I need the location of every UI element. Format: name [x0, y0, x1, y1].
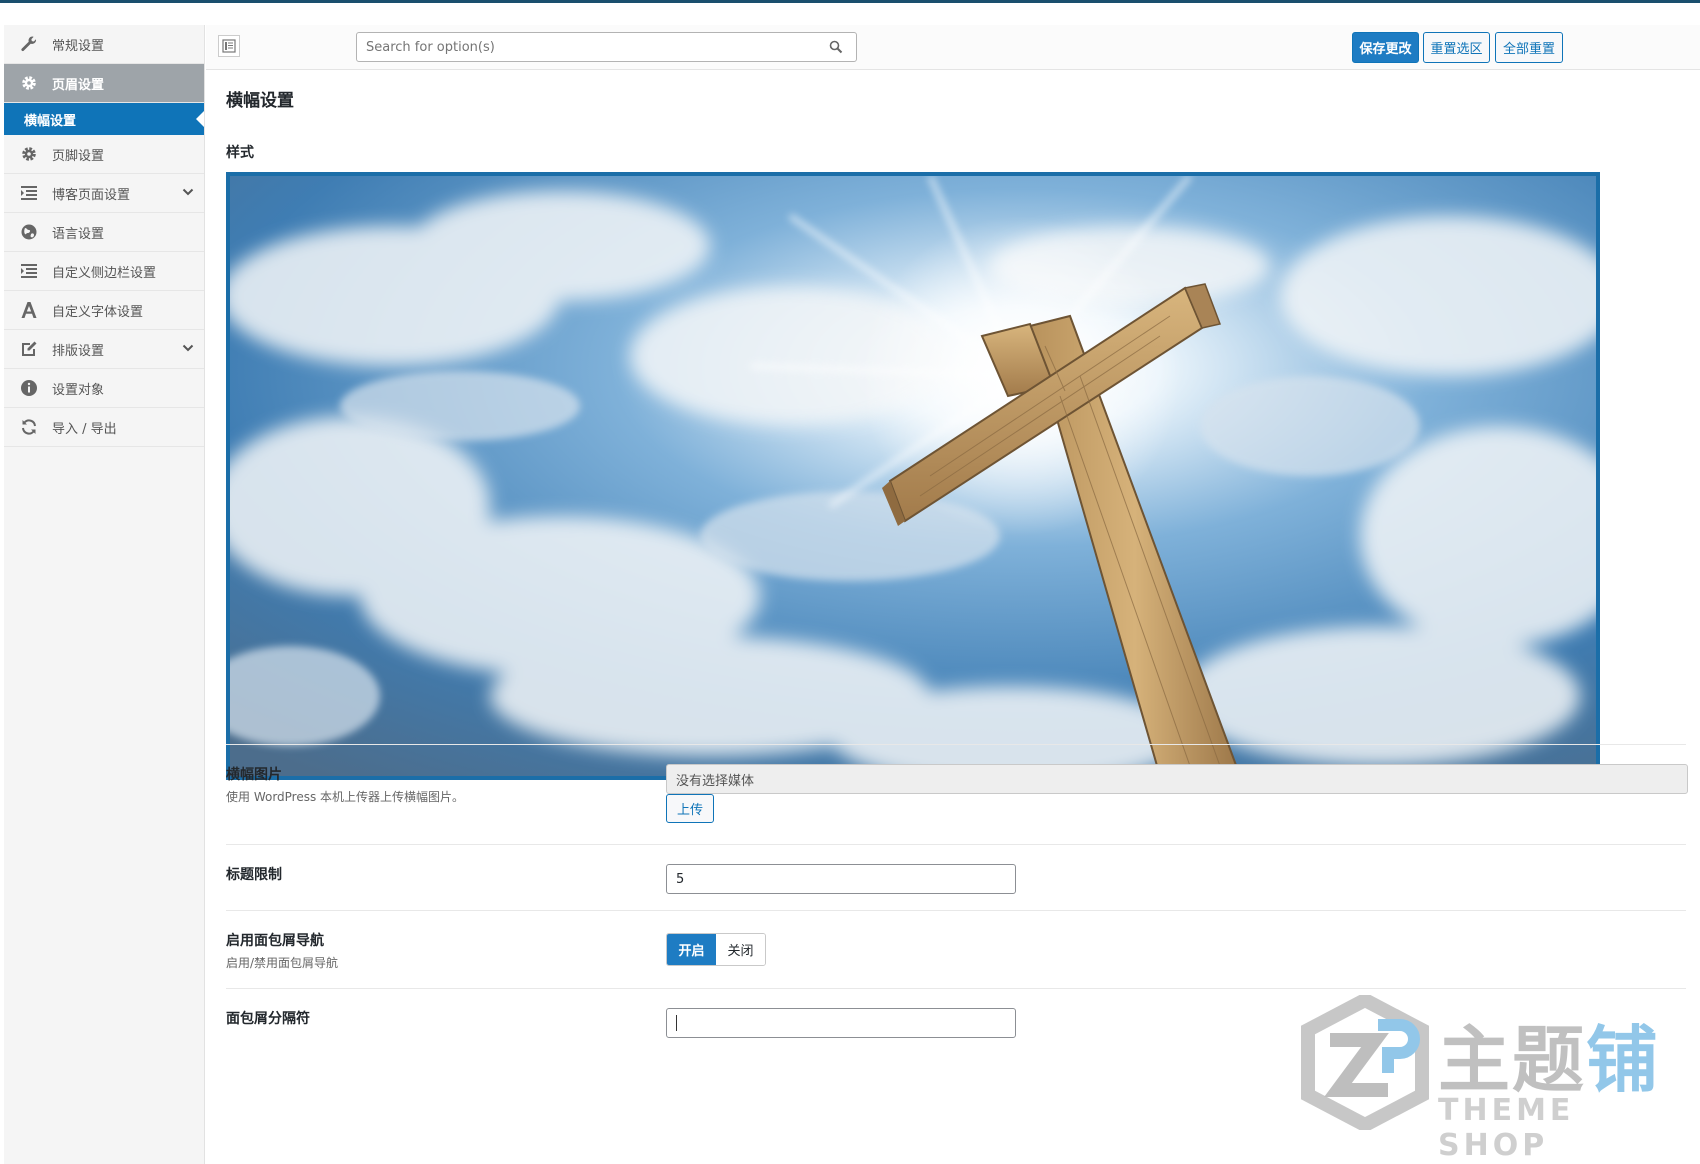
reset-section-button[interactable]: 重置选区	[1423, 32, 1490, 63]
edit-icon	[18, 338, 40, 360]
search-icon[interactable]	[828, 39, 844, 55]
sidebar-subitem-banner[interactable]: 横幅设置	[4, 103, 204, 135]
sidebar-item-label: 页脚设置	[52, 148, 105, 164]
sidebar-item-label: 排版设置	[52, 343, 105, 359]
sidebar-item-label: 语言设置	[52, 226, 105, 242]
sidebar-item-settings-object[interactable]: 设置对象	[4, 369, 204, 408]
gear-icon	[18, 143, 40, 165]
banner-style-preview[interactable]	[226, 172, 1600, 780]
cross-sky-image	[230, 176, 1596, 776]
options-header: 保存更改 重置选区 全部重置	[206, 25, 1700, 70]
top-accent-bar	[0, 0, 1700, 3]
watermark-logo	[1301, 992, 1429, 1133]
title-limit-input[interactable]	[666, 864, 1016, 894]
sidebar-subitem-label: 横幅设置	[24, 113, 77, 129]
upload-button[interactable]: 上传	[666, 794, 714, 823]
section-divider	[226, 844, 1686, 845]
sidebar-item-header[interactable]: 页眉设置	[4, 64, 204, 103]
search-input[interactable]	[356, 32, 857, 62]
wrench-icon	[18, 33, 40, 55]
sidebar-item-language[interactable]: 语言设置	[4, 213, 204, 252]
section-divider	[226, 910, 1686, 911]
sidebar-item-label: 页眉设置	[52, 77, 105, 93]
sidebar-item-blog[interactable]: 博客页面设置	[4, 174, 204, 213]
banner-image-description: 使用 WordPress 本机上传器上传横幅图片。	[226, 790, 465, 804]
gear-icon	[18, 72, 40, 94]
theme-shop-watermark: 主题铺 THEME SHOP	[1300, 992, 1680, 1163]
sidebar-item-footer[interactable]: 页脚设置	[4, 135, 204, 174]
breadcrumb-nav-description: 启用/禁用面包屑导航	[226, 956, 339, 970]
section-divider	[226, 744, 1686, 745]
globe-icon	[18, 221, 40, 243]
font-icon	[18, 299, 40, 321]
toggle-on-button[interactable]: 开启	[667, 934, 716, 965]
watermark-cn-text: 主题铺	[1438, 1018, 1661, 1102]
chevron-down-icon[interactable]	[182, 186, 194, 202]
breadcrumb-nav-title: 启用面包屑导航	[226, 933, 324, 949]
refresh-icon	[18, 416, 40, 438]
info-icon	[18, 377, 40, 399]
sidebar-item-label: 设置对象	[52, 382, 105, 398]
sidebar-item-custom-sidebar[interactable]: 自定义侧边栏设置	[4, 252, 204, 291]
save-changes-button[interactable]: 保存更改	[1352, 32, 1419, 63]
panel-icon	[222, 39, 236, 53]
breadcrumb-nav-toggle[interactable]: 开启 关闭	[666, 933, 766, 966]
breadcrumb-separator-title: 面包屑分隔符	[226, 1011, 310, 1027]
sidebar-item-label: 自定义字体设置	[52, 304, 144, 320]
sidebar-item-label: 博客页面设置	[52, 187, 131, 203]
sidebar-item-general[interactable]: 常规设置	[4, 25, 204, 64]
style-section-label: 样式	[226, 145, 254, 161]
sidebar-item-label: 常规设置	[52, 38, 105, 54]
list-icon	[18, 182, 40, 204]
list-icon	[18, 260, 40, 282]
chevron-down-icon[interactable]	[182, 342, 194, 358]
title-limit-title: 标题限制	[226, 867, 282, 883]
reset-all-button[interactable]: 全部重置	[1495, 32, 1563, 63]
text-caret	[676, 1015, 677, 1031]
sidebar-item-import-export[interactable]: 导入 / 导出	[4, 408, 204, 447]
sidebar-item-typography[interactable]: 排版设置	[4, 330, 204, 369]
toggle-off-button[interactable]: 关闭	[716, 934, 765, 965]
breadcrumb-separator-input[interactable]	[666, 1008, 1016, 1038]
page-title: 横幅设置	[226, 91, 294, 111]
options-sidebar: 常规设置 页眉设置 横幅设置 页脚设置 博客页面设置 语言设置 自定义侧边栏设置…	[4, 25, 205, 1164]
watermark-en-text: THEME SHOP	[1438, 1093, 1575, 1163]
banner-image-title: 横幅图片	[226, 767, 282, 783]
section-divider	[226, 988, 1686, 989]
sidebar-item-custom-font[interactable]: 自定义字体设置	[4, 291, 204, 330]
sidebar-item-label: 自定义侧边栏设置	[52, 265, 157, 281]
expand-options-button[interactable]	[218, 35, 240, 57]
sidebar-item-label: 导入 / 导出	[52, 421, 117, 437]
banner-image-media-field[interactable]: 没有选择媒体	[666, 764, 1688, 794]
